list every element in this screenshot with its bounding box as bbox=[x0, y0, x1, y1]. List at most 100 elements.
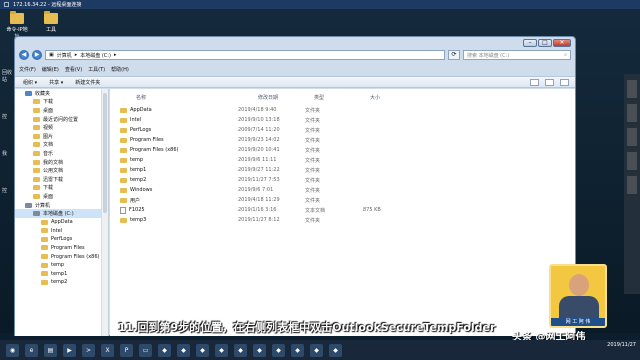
scroll-thumb[interactable] bbox=[103, 93, 107, 213]
new-folder-button[interactable]: 新建文件夹 bbox=[75, 79, 100, 86]
nav-item[interactable]: Program Files (x86) bbox=[15, 252, 108, 261]
column-header-type[interactable]: 类型 bbox=[314, 94, 324, 102]
nav-item[interactable]: 桌面 bbox=[15, 192, 108, 201]
nav-item[interactable]: temp2 bbox=[15, 278, 108, 287]
organize-button[interactable]: 组织 ▾ bbox=[23, 79, 37, 86]
app-icon[interactable]: ◆ bbox=[253, 343, 266, 357]
menu-edit[interactable]: 编辑(E) bbox=[42, 66, 59, 73]
desktop-side-label[interactable]: 回收站 bbox=[2, 69, 12, 83]
folder-icon bbox=[120, 157, 127, 163]
share-button[interactable]: 共享 ▾ bbox=[49, 79, 63, 86]
app-icon[interactable] bbox=[627, 152, 637, 170]
folder-icon bbox=[33, 150, 40, 156]
file-row[interactable]: 用户 2019/4/18 11:29 文件夹 bbox=[110, 195, 575, 205]
search-input[interactable]: 搜索 本地磁盘 (C:) ⌕ bbox=[463, 50, 571, 60]
nav-item[interactable]: 最近访问的位置 bbox=[15, 115, 108, 124]
excel-icon[interactable]: X bbox=[101, 343, 114, 357]
menu-help[interactable]: 帮助(H) bbox=[111, 66, 129, 73]
app-icon[interactable] bbox=[627, 80, 637, 98]
minimize-button[interactable]: – bbox=[523, 39, 537, 47]
nav-item[interactable]: 文档 bbox=[15, 141, 108, 150]
app-icon[interactable]: ◆ bbox=[329, 343, 342, 357]
breadcrumb-item[interactable]: 本地磁盘 (C:) bbox=[80, 52, 111, 59]
file-row[interactable]: temp3 2019/11/27 8:12 文件夹 bbox=[110, 215, 575, 225]
nav-scrollbar[interactable] bbox=[101, 89, 108, 336]
desktop-side-label[interactable]: 控 bbox=[2, 187, 12, 194]
ps-icon[interactable]: P bbox=[120, 343, 133, 357]
nav-item[interactable]: Program Files bbox=[15, 244, 108, 253]
forward-button[interactable]: ▶ bbox=[32, 50, 42, 60]
app-icon[interactable]: ◆ bbox=[196, 343, 209, 357]
back-button[interactable]: ◀ bbox=[19, 50, 29, 60]
app-icon[interactable] bbox=[627, 104, 637, 122]
folder-icon[interactable]: ▭ bbox=[139, 343, 152, 357]
file-type: 文件夹 bbox=[305, 197, 321, 204]
media-icon[interactable]: ▶ bbox=[63, 343, 76, 357]
drive-icon bbox=[33, 211, 40, 217]
file-name: 用户 bbox=[130, 197, 141, 204]
nav-item[interactable]: temp bbox=[15, 261, 108, 270]
file-row[interactable]: Windows 2019/9/6 7:01 文件夹 bbox=[110, 185, 575, 195]
app-icon[interactable]: ◆ bbox=[291, 343, 304, 357]
menu-tools[interactable]: 工具(T) bbox=[88, 66, 105, 73]
search-placeholder: 搜索 本地磁盘 (C:) bbox=[467, 52, 510, 59]
view-options-icon[interactable] bbox=[530, 78, 539, 86]
pin-icon[interactable] bbox=[4, 2, 9, 7]
nav-tree: 收藏夹 下载 桌面 最近访问的位置 视频 图片 文档 音乐 我的文档 公用文档 迅雷下载 下载 桌面 计算… bbox=[15, 89, 108, 287]
nav-item[interactable]: 音乐 bbox=[15, 149, 108, 158]
maximize-button[interactable]: □ bbox=[538, 39, 552, 47]
file-row[interactable]: temp 2019/9/6 11:11 文件夹 bbox=[110, 155, 575, 165]
taskbar-clock[interactable]: 2019/11/27 bbox=[607, 342, 636, 349]
app-icon[interactable] bbox=[627, 176, 637, 194]
breadcrumb-item[interactable]: 计算机 bbox=[57, 52, 72, 59]
explorer-icon[interactable]: ▤ bbox=[44, 343, 57, 357]
file-row[interactable]: F1025 2019/1/16 3:16 文本文档 875 KB bbox=[110, 205, 575, 215]
file-row[interactable]: Intel 2019/9/10 13:18 文件夹 bbox=[110, 115, 575, 125]
ie-icon[interactable]: e bbox=[25, 343, 38, 357]
nav-item[interactable]: 本地磁盘 (C:) bbox=[15, 209, 108, 218]
file-row[interactable]: Program Files 2019/9/23 14:02 文件夹 bbox=[110, 135, 575, 145]
nav-item[interactable]: temp1 bbox=[15, 269, 108, 278]
nav-item[interactable]: 视频 bbox=[15, 123, 108, 132]
menu-file[interactable]: 文件(F) bbox=[19, 66, 36, 73]
preview-pane-icon[interactable] bbox=[545, 78, 554, 86]
desktop-icon-tools[interactable]: 工具 bbox=[38, 11, 64, 33]
cmd-icon[interactable]: > bbox=[82, 343, 95, 357]
desktop-side-label[interactable]: 控 bbox=[2, 113, 12, 120]
nav-item[interactable]: 下载 bbox=[15, 184, 108, 193]
column-header-size[interactable]: 大小 bbox=[370, 94, 380, 102]
nav-item[interactable]: 计算机 bbox=[15, 201, 108, 210]
file-row[interactable]: Program Files (x86) 2019/9/20 10:41 文件夹 bbox=[110, 145, 575, 155]
file-row[interactable]: AppData 2019/4/18 9:40 文件夹 bbox=[110, 105, 575, 115]
nav-item[interactable]: 我的文档 bbox=[15, 158, 108, 167]
nav-item[interactable]: PerfLogs bbox=[15, 235, 108, 244]
column-header-name[interactable]: 名称 bbox=[136, 94, 146, 102]
address-bar[interactable]: ▣ 计算机 ▸ 本地磁盘 (C:) ▸ bbox=[45, 50, 445, 60]
nav-item-label: 迅雷下载 bbox=[43, 176, 64, 183]
app-icon[interactable]: ◆ bbox=[234, 343, 247, 357]
nav-item[interactable]: 迅雷下载 bbox=[15, 175, 108, 184]
app-icon[interactable]: ◆ bbox=[177, 343, 190, 357]
file-row[interactable]: temp1 2019/9/27 11:22 文件夹 bbox=[110, 165, 575, 175]
nav-item[interactable]: 桌面 bbox=[15, 106, 108, 115]
nav-item[interactable]: 图片 bbox=[15, 132, 108, 141]
nav-item[interactable]: AppData bbox=[15, 218, 108, 227]
start-icon[interactable]: ◉ bbox=[6, 343, 19, 357]
refresh-button[interactable]: ⟳ bbox=[448, 50, 460, 60]
file-row[interactable]: temp2 2019/11/27 7:53 文件夹 bbox=[110, 175, 575, 185]
help-icon[interactable] bbox=[560, 78, 569, 86]
app-icon[interactable]: ◆ bbox=[272, 343, 285, 357]
nav-item[interactable]: 下载 bbox=[15, 98, 108, 107]
app-icon[interactable]: ◆ bbox=[215, 343, 228, 357]
nav-item[interactable]: 公用文档 bbox=[15, 166, 108, 175]
app-icon[interactable] bbox=[627, 128, 637, 146]
column-header-date[interactable]: 修改日期 bbox=[258, 94, 278, 102]
desktop-side-label[interactable]: 我 bbox=[2, 150, 12, 157]
nav-item[interactable]: 收藏夹 bbox=[15, 89, 108, 98]
nav-item[interactable]: Intel bbox=[15, 227, 108, 236]
close-button[interactable]: ✕ bbox=[553, 39, 571, 47]
menu-view[interactable]: 查看(V) bbox=[65, 66, 82, 73]
app-icon[interactable]: ◆ bbox=[310, 343, 323, 357]
app-icon[interactable]: ◆ bbox=[158, 343, 171, 357]
file-row[interactable]: PerfLogs 2009/7/14 11:20 文件夹 bbox=[110, 125, 575, 135]
